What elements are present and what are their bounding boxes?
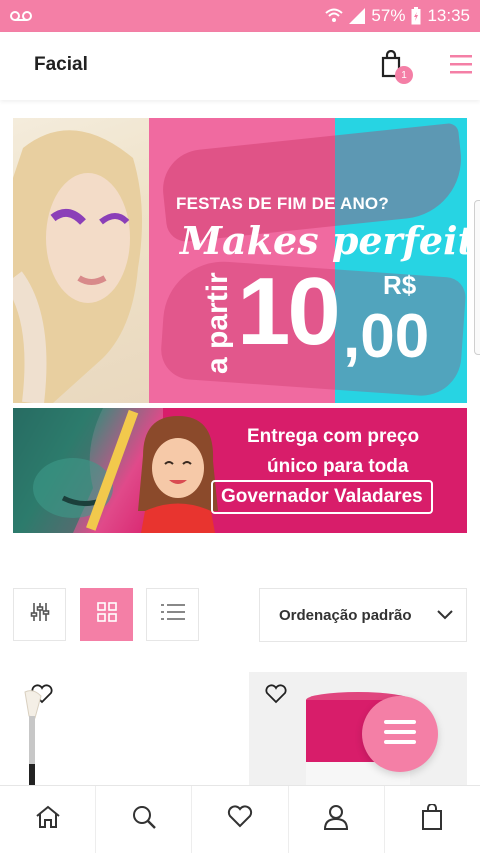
banner-headline: FESTAS DE FIM DE ANO? <box>176 194 389 213</box>
banner-line-2: único para toda <box>267 456 409 477</box>
nav-wishlist[interactable] <box>192 786 289 853</box>
nav-bag[interactable] <box>385 786 480 853</box>
grid-view-icon <box>96 602 117 627</box>
heart-icon <box>227 805 253 834</box>
home-icon <box>35 805 61 834</box>
nav-search[interactable] <box>96 786 193 853</box>
banner-line-1: Entrega com preço <box>247 426 420 447</box>
bag-icon <box>421 803 443 835</box>
promo-banner-makes[interactable]: FESTAS DE FIM DE ANO? Makes perfeitas a … <box>13 118 467 403</box>
banner-line-3: Governador Valadares <box>211 480 433 514</box>
list-view-icon <box>160 603 185 626</box>
search-icon <box>131 804 157 835</box>
app-header: Facial 1 <box>0 32 480 100</box>
banner-price-amount: 10 <box>237 258 341 365</box>
model-photo <box>13 118 149 403</box>
grid-view-button[interactable] <box>80 588 133 641</box>
banner-currency: R$ <box>383 270 417 300</box>
clock: 13:35 <box>427 6 470 25</box>
banner-prefix: a partir <box>201 272 234 374</box>
wifi-icon <box>325 8 344 24</box>
list-view-button[interactable] <box>146 588 199 641</box>
page-title: Facial <box>34 54 88 75</box>
side-panel-handle[interactable] <box>474 200 480 355</box>
nav-home[interactable] <box>0 786 97 853</box>
hamburger-menu-icon <box>384 718 416 751</box>
floating-menu-button[interactable] <box>362 696 438 772</box>
heart-icon[interactable] <box>265 684 287 704</box>
filter-button[interactable] <box>13 588 66 641</box>
product-card[interactable] <box>13 672 228 792</box>
battery-icon <box>411 7 421 25</box>
status-bar: 57% 13:35 <box>0 0 480 32</box>
cart-count-badge: 1 <box>395 66 413 84</box>
user-icon <box>323 804 349 835</box>
sort-select[interactable]: Ordenação padrão <box>259 588 467 642</box>
banner-price-cents: ,00 <box>343 302 430 371</box>
filter-sliders-icon <box>30 602 50 627</box>
product-image-brush <box>24 690 42 792</box>
battery-percent: 57% <box>371 6 406 25</box>
nav-account[interactable] <box>289 786 385 853</box>
hamburger-menu-icon[interactable] <box>450 54 472 76</box>
sort-label: Ordenação padrão <box>279 606 412 624</box>
banner-script-title: Makes perfeitas <box>180 218 467 263</box>
bottom-navigation <box>0 785 480 853</box>
signal-icon <box>349 8 366 24</box>
promo-banner-delivery[interactable]: Entrega com preço único para toda Govern… <box>13 408 467 533</box>
cartoon-avatar <box>133 416 223 533</box>
chevron-down-icon <box>436 605 454 629</box>
voicemail-icon <box>10 10 32 22</box>
